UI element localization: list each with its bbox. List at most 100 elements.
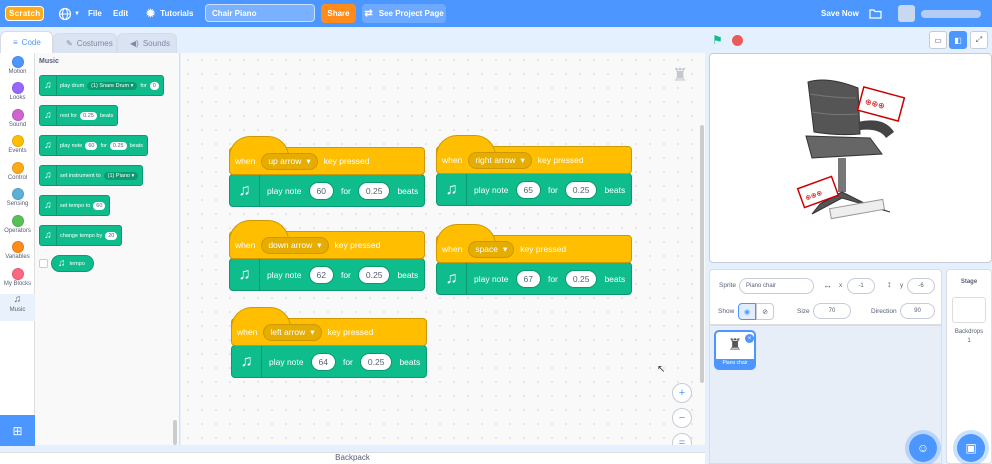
direction-input[interactable]: 90 <box>900 303 935 319</box>
play-note-block[interactable]: ♫ play note 65 for 0.25 beats <box>436 173 633 206</box>
save-now-button[interactable]: Save Now <box>821 0 859 27</box>
key-dropdown[interactable]: space ▾ <box>468 240 515 258</box>
stage-canvas[interactable]: ⊕⊕⊕ ⊕⊕⊕ <box>709 53 992 263</box>
choose-sprite-button[interactable]: ☺ <box>909 434 937 462</box>
key-dropdown[interactable]: down arrow ▾ <box>261 236 329 254</box>
when-key-pressed-block[interactable]: when left arrow ▾ key pressed <box>231 307 428 346</box>
beats-input[interactable]: 0.25 <box>359 352 393 371</box>
beats-input[interactable]: 0.25 <box>564 180 598 199</box>
play-note-block[interactable]: ♫ play note 60 for 0.25 beats <box>229 174 426 207</box>
normal-stage-button[interactable]: ◧ <box>949 31 967 49</box>
scratch-logo[interactable]: Scratch <box>5 0 45 27</box>
zoom-in-button[interactable]: + <box>672 383 692 403</box>
tab-sounds[interactable]: ◀) Sounds <box>117 33 177 53</box>
category-control[interactable]: Control <box>0 162 35 189</box>
key-dropdown[interactable]: left arrow ▾ <box>263 323 322 341</box>
show-label: Show <box>718 308 735 315</box>
beats-input[interactable]: 0.25 <box>357 265 391 284</box>
note-beats-input[interactable]: 0.25 <box>109 141 127 150</box>
language-globe-icon[interactable]: ▼ <box>58 0 80 27</box>
script-right-arrow[interactable]: when right arrow ▾ key pressed ♫ play not… <box>436 135 633 206</box>
block-play-drum[interactable]: ♫ play drum (1) Snare Drum ▾ for 0 <box>39 75 164 96</box>
edit-menu[interactable]: Edit <box>113 0 128 27</box>
note-input[interactable]: 62 <box>308 265 334 284</box>
play-note-block[interactable]: ♫ play note 64 for 0.25 beats <box>231 345 428 378</box>
sprite-name-input[interactable]: Piano chair <box>739 278 814 294</box>
add-extension-button[interactable]: ⊞ <box>0 415 35 446</box>
file-menu[interactable]: File <box>88 0 102 27</box>
block-set-instrument[interactable]: ♫ set instrument to (1) Piano ▾ <box>39 165 144 186</box>
category-my-blocks[interactable]: My Blocks <box>0 268 35 295</box>
choose-backdrop-button[interactable]: ▣ <box>957 434 985 462</box>
note-input[interactable]: 64 <box>310 352 336 371</box>
note-input[interactable]: 67 <box>515 269 541 288</box>
note-input[interactable]: 60 <box>85 141 98 150</box>
key-dropdown[interactable]: up arrow ▾ <box>261 152 318 170</box>
block-play-note[interactable]: ♫ play note 60 for 0.25 beats <box>39 135 149 156</box>
project-title-input[interactable]: Chair Piano <box>205 4 315 22</box>
rest-beats-input[interactable]: 0.25 <box>80 111 97 120</box>
play-note-block[interactable]: ♫ play note 62 for 0.25 beats <box>229 258 426 291</box>
palette-scrollbar[interactable] <box>173 420 177 445</box>
script-workspace[interactable]: ♜ when up arrow ▾ key pressed ♫ play note… <box>181 53 705 445</box>
backpack-bar[interactable]: Backpack <box>0 452 705 464</box>
when-key-pressed-block[interactable]: when down arrow ▾ key pressed <box>229 220 426 259</box>
delete-sprite-icon[interactable]: × <box>745 334 754 343</box>
tab-costumes[interactable]: ✎ Costumes <box>53 33 117 53</box>
script-space[interactable]: when space ▾ key pressed ♫ play note 67 f… <box>436 224 633 295</box>
zoom-reset-button[interactable]: = <box>672 433 692 445</box>
show-visible-button[interactable]: ◉ <box>738 303 756 320</box>
x-input[interactable]: -1 <box>847 278 875 294</box>
block-change-tempo[interactable]: ♫ change tempo by 20 <box>39 225 123 246</box>
category-motion[interactable]: Motion <box>0 56 35 83</box>
block-palette: Music ♫ play drum (1) Snare Drum ▾ for 0… <box>35 53 180 445</box>
when-key-pressed-block[interactable]: when right arrow ▾ key pressed <box>436 135 633 174</box>
play-note-block[interactable]: ♫ play note 67 for 0.25 beats <box>436 262 633 295</box>
note-input[interactable]: 65 <box>515 180 541 199</box>
script-up-arrow[interactable]: when up arrow ▾ key pressed ♫ play note 6… <box>229 136 426 207</box>
green-flag-icon[interactable]: ⚑ <box>712 33 723 47</box>
zoom-out-button[interactable]: − <box>672 408 692 428</box>
drum-dropdown[interactable]: (1) Snare Drum ▾ <box>87 81 138 90</box>
instrument-dropdown[interactable]: (1) Piano ▾ <box>103 171 139 180</box>
zoom-reset-icon: = <box>678 437 686 445</box>
category-sound[interactable]: Sound <box>0 109 35 136</box>
drum-beats-input[interactable]: 0 <box>149 81 159 90</box>
when-key-pressed-block[interactable]: when up arrow ▾ key pressed <box>229 136 426 175</box>
note-input[interactable]: 60 <box>308 181 334 200</box>
category-operators[interactable]: Operators <box>0 215 35 242</box>
account-menu[interactable] <box>898 5 988 22</box>
tempo-input[interactable]: 60 <box>93 201 106 210</box>
script-left-arrow[interactable]: when left arrow ▾ key pressed ♫ play note… <box>231 307 428 378</box>
beats-input[interactable]: 0.25 <box>357 181 391 200</box>
see-project-page-button[interactable]: ⇄ See Project Page <box>362 4 446 23</box>
category-variables[interactable]: Variables <box>0 241 35 268</box>
hide-button[interactable]: ⊘ <box>756 303 774 320</box>
beats-input[interactable]: 0.25 <box>564 269 598 288</box>
block-tempo-reporter[interactable]: ♫ tempo <box>51 255 94 272</box>
lightbulb-icon: ✹ <box>146 8 156 20</box>
share-button[interactable]: Share <box>321 4 356 23</box>
change-tempo-input[interactable]: 20 <box>105 231 118 240</box>
category-sensing[interactable]: Sensing <box>0 188 35 215</box>
workspace-scrollbar[interactable] <box>700 125 704 383</box>
size-input[interactable]: 70 <box>813 303 851 319</box>
category-music[interactable]: ♫ Music <box>0 294 35 321</box>
stop-sign-icon[interactable] <box>732 35 743 46</box>
key-dropdown[interactable]: right arrow ▾ <box>468 151 532 169</box>
normal-stage-icon: ◧ <box>954 35 962 45</box>
my-stuff-folder-icon[interactable] <box>869 0 882 27</box>
when-key-pressed-block[interactable]: when space ▾ key pressed <box>436 224 633 263</box>
category-looks[interactable]: Looks <box>0 82 35 109</box>
small-stage-button[interactable]: ▭ <box>929 31 947 49</box>
block-set-tempo[interactable]: ♫ set tempo to 60 <box>39 195 111 216</box>
y-input[interactable]: -6 <box>907 278 935 294</box>
fullscreen-button[interactable]: ⤢ <box>970 31 988 49</box>
block-rest-for[interactable]: ♫ rest for 0.25 beats <box>39 105 119 126</box>
tutorials-menu[interactable]: ✹ Tutorials <box>146 0 193 27</box>
my-blocks-dot-icon <box>11 268 24 280</box>
script-down-arrow[interactable]: when down arrow ▾ key pressed ♫ play note… <box>229 220 426 291</box>
tempo-monitor-checkbox[interactable] <box>39 259 48 268</box>
category-events[interactable]: Events <box>0 135 35 162</box>
tab-code[interactable]: ≡ Code <box>0 31 53 53</box>
